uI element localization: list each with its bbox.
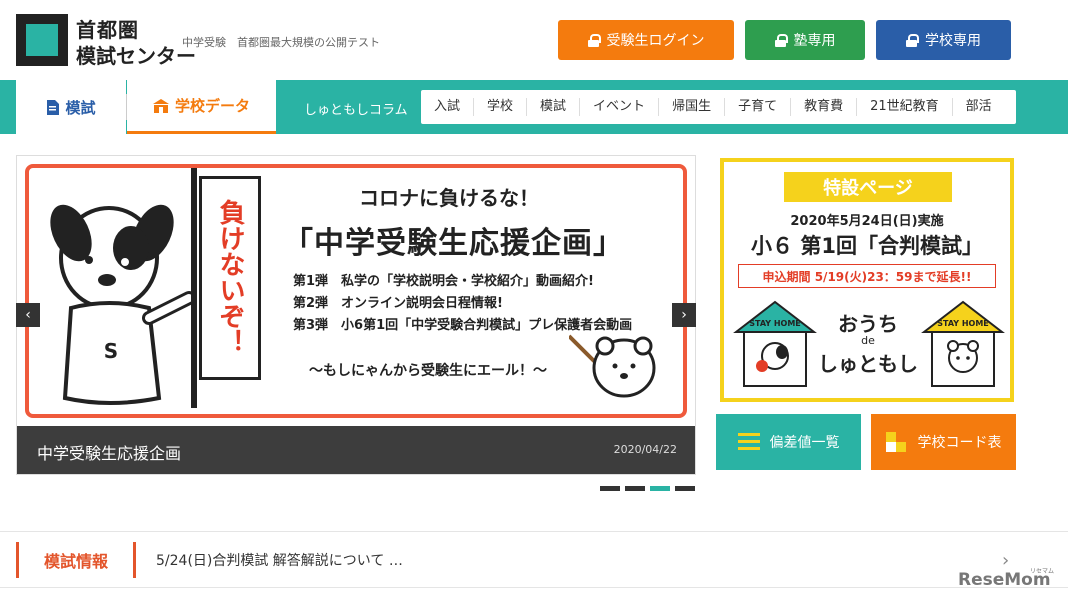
carousel-prev-button[interactable]: ‹ [16, 303, 40, 327]
category-nyushi[interactable]: 入試 [421, 98, 475, 116]
tab-exam-label: 模試 [65, 98, 96, 117]
special-deadline: 申込期間 5/19(火)23：59まで延長!! [738, 264, 996, 288]
banner-sub1: 第1弾 私学の「学校説明会・学校紹介」動画紹介! [293, 274, 594, 289]
dog-letter: S [104, 339, 118, 363]
carousel-dots [600, 486, 695, 491]
special-ouchi: おうち [838, 312, 898, 336]
main-nav: 模試 学校データ しゅともしコラム 入試 学校 模試 イベント 帰国生 子育て … [0, 80, 1068, 134]
carousel-caption[interactable]: 中学受験生応援企画 2020/04/22 [17, 426, 695, 474]
lock-icon [587, 33, 601, 47]
logo-text-line1[interactable]: 首都圏 [76, 14, 139, 43]
carousel-dot[interactable] [625, 486, 645, 491]
carousel-dot[interactable] [675, 486, 695, 491]
news-bar: 模試情報 5/24(日)合判模試 解答解説について … › [0, 531, 1068, 588]
category-event[interactable]: イベント [580, 98, 660, 116]
flag: 負けないぞ！ [199, 176, 261, 380]
logo-text-line2[interactable]: 模試センター [76, 40, 196, 69]
news-link[interactable]: 5/24(日)合判模試 解答解説について … [156, 550, 403, 570]
juku-only-button[interactable]: 塾専用 [745, 20, 865, 60]
hero-carousel[interactable]: S 負けないぞ！ コロナに負けるな！ 「中学受験生応援企画」 第1弾 私学の「学… [16, 155, 696, 475]
category-21c-education[interactable]: 21世紀教育 [857, 98, 953, 116]
carousel-dot[interactable] [600, 486, 620, 491]
logo-mark[interactable] [16, 14, 68, 66]
logo-mark-inner [26, 24, 58, 56]
stay-home-house-icon: STAY HOME [921, 300, 1005, 387]
column-category-list: 入試 学校 模試 イベント 帰国生 子育て 教育費 21世紀教育 部活 [421, 90, 1016, 124]
flag-text: 負けないぞ！ [215, 199, 245, 355]
category-kosodate[interactable]: 子育て [725, 98, 792, 116]
school-code-label: 学校コード表 [917, 435, 1002, 451]
school-only-button[interactable]: 学校専用 [876, 20, 1011, 60]
flag-pole [191, 168, 197, 408]
tab-school-data-label: 学校データ [174, 97, 250, 115]
lock-icon [906, 33, 919, 47]
column-label[interactable]: しゅともしコラム [304, 99, 408, 118]
category-bukatsu[interactable]: 部活 [953, 98, 1005, 116]
site-tagline: 中学受験 首都圏最大規模の公開テスト [182, 36, 380, 49]
caption-title[interactable]: 中学受験生応援企画 [37, 440, 181, 464]
special-exam-name: 小６ 第1回「合判模試」 [751, 234, 983, 258]
stay-home-text: STAY HOME [749, 319, 801, 328]
school-icon [152, 98, 169, 113]
banner-line6: ～もしにゃんから受験生にエール！～ [309, 363, 547, 379]
special-de: de [861, 334, 875, 347]
category-kikokusei[interactable]: 帰国生 [659, 98, 726, 116]
school-code-button[interactable]: 学校コード表 [871, 414, 1016, 470]
banner-line2: 「中学受験生応援企画」 [283, 226, 624, 261]
student-login-button[interactable]: 受験生ログイン [558, 20, 734, 60]
stay-home-text: STAY HOME [937, 319, 989, 328]
school-only-label: 学校専用 [925, 32, 981, 48]
tab-school-data[interactable]: 学校データ [127, 80, 276, 134]
carousel-next-button[interactable]: › [672, 303, 696, 327]
lock-icon [774, 33, 788, 47]
category-kyoikuhi[interactable]: 教育費 [791, 98, 858, 116]
chevron-right-icon[interactable]: › [1002, 550, 1009, 571]
special-date: 2020年5月24日(日)実施 [790, 214, 944, 229]
carousel-banner[interactable]: S 負けないぞ！ コロナに負けるな！ 「中学受験生応援企画」 第1弾 私学の「学… [25, 164, 687, 418]
student-login-label: 受験生ログイン [606, 32, 705, 48]
caption-date: 2020/04/22 [613, 443, 677, 456]
stay-home-house-icon: STAY HOME [733, 300, 817, 387]
watermark-small: リセマム [1030, 568, 1055, 575]
hensachi-list-button[interactable]: 偏差値一覧 [716, 414, 861, 470]
special-shutomoshi: しゅともし [818, 352, 918, 376]
special-title: 特設ページ [784, 172, 952, 202]
cat-character [569, 334, 656, 398]
juku-only-label: 塾専用 [793, 32, 836, 48]
tab-exam-underline [16, 131, 126, 134]
category-gakko[interactable]: 学校 [474, 98, 528, 116]
puzzle-icon [885, 432, 908, 452]
carousel-dot[interactable] [650, 486, 670, 491]
category-moshi[interactable]: 模試 [527, 98, 581, 116]
news-label: 模試情報 [16, 542, 136, 578]
banner-sub2: 第2弾 オンライン説明会日程情報! [293, 296, 503, 311]
document-icon [47, 99, 60, 115]
special-page-banner[interactable]: 特設ページ 2020年5月24日(日)実施 小６ 第1回「合判模試」 申込期間 … [720, 158, 1014, 402]
dog-character: S [50, 204, 196, 405]
banner-line1: コロナに負けるな！ [359, 186, 539, 210]
hensachi-list-label: 偏差値一覧 [769, 435, 840, 451]
site-header: 首都圏 模試センター 中学受験 首都圏最大規模の公開テスト 受験生ログイン 塾専… [0, 0, 1068, 80]
list-icon [737, 433, 760, 451]
tab-exam[interactable]: 模試 [16, 80, 126, 134]
